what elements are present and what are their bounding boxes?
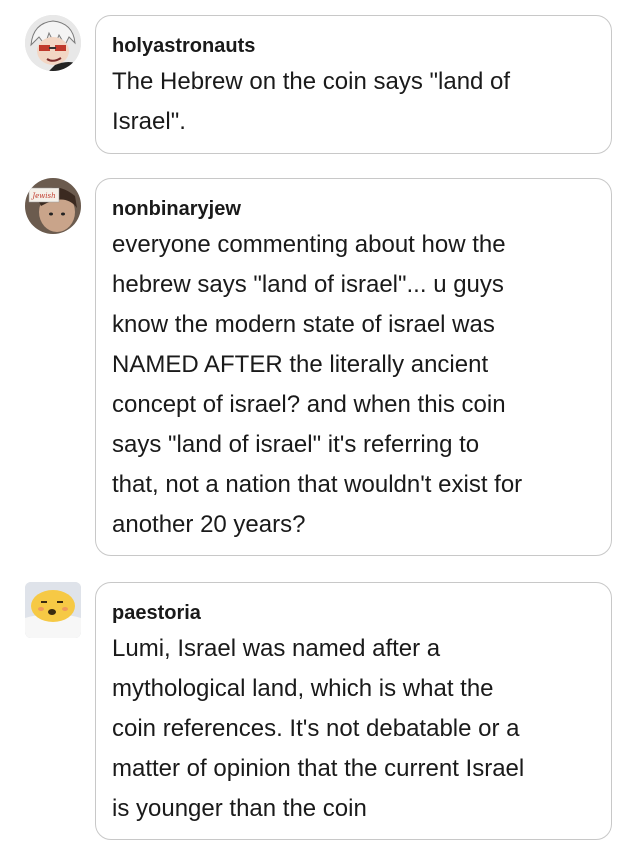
gudetama-egg-avatar-icon[interactable] [25,582,81,638]
comment-body: Lumi, Israel was named after a mythologi… [112,629,593,829]
comment-line: mythological land, which is what the [112,675,494,702]
comment-line: know the modern state of israel was [112,311,495,338]
comment-bubble: holyastronauts The Hebrew on the coin sa… [95,15,612,154]
comment-line: says "land of israel" it's referring to [112,431,480,458]
comment-line: everyone commenting about how the [112,231,506,258]
comment-username[interactable]: nonbinaryjew [112,197,593,221]
comment-line: that, not a nation that wouldn't exist f… [112,471,523,498]
comment-bubble: paestoria Lumi, Israel was named after a… [95,582,612,840]
comment-username[interactable]: holyastronauts [112,34,593,58]
comment-line: Israel". [112,108,186,135]
comment-line: hebrew says "land of israel"... u guys [112,271,504,298]
comment-line: coin references. It's not debatable or a [112,715,520,742]
comment-body: The Hebrew on the coin says "land of Isr… [112,62,593,142]
comment-line: another 20 years? [112,511,306,538]
person-with-sign-avatar-icon[interactable]: Jewish [25,178,81,234]
comment-line: The Hebrew on the coin says "land of [112,68,511,95]
comment-bubble: nonbinaryjew everyone commenting about h… [95,178,612,556]
comment-line: matter of opinion that the current Israe… [112,755,525,782]
comment-line: concept of israel? and when this coin [112,391,506,418]
avatar-sign-text: Jewish [30,192,55,200]
comment-body: everyone commenting about how the hebrew… [112,225,593,545]
comment-line: Lumi, Israel was named after a [112,635,441,662]
anime-character-avatar-icon[interactable] [25,15,81,71]
comment-line: NAMED AFTER the literally ancient [112,351,489,378]
comment-line: is younger than the coin [112,795,367,822]
comment-username[interactable]: paestoria [112,601,593,625]
